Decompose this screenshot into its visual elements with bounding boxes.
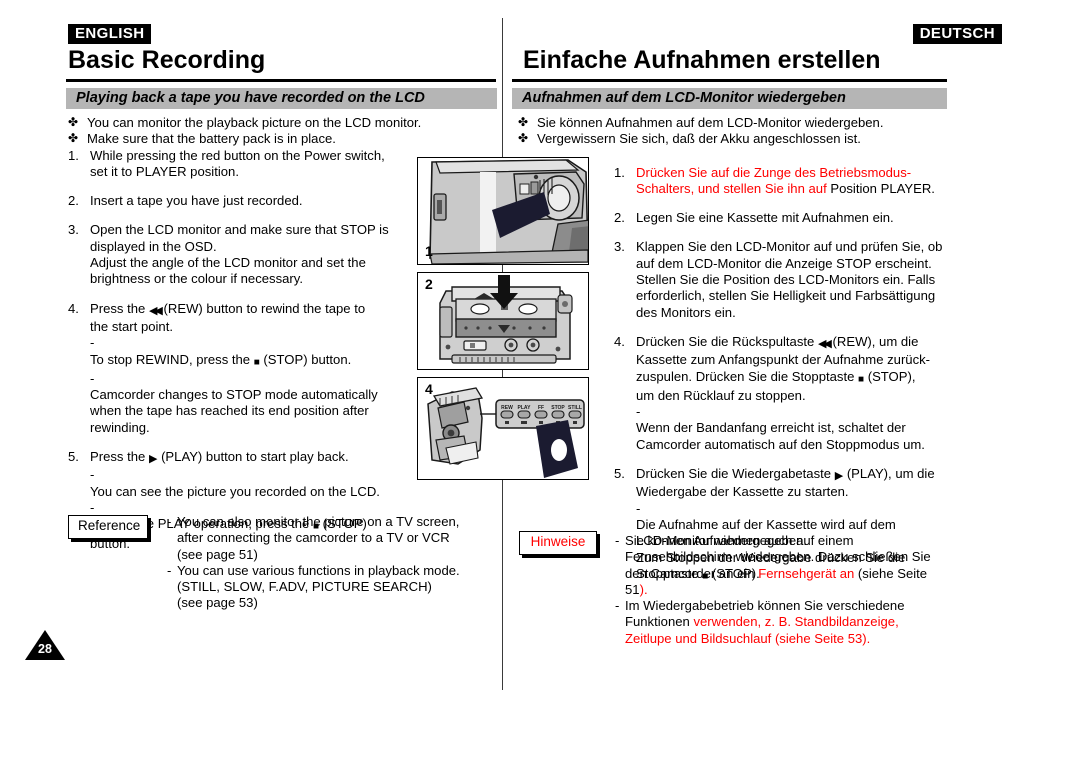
rewind-icon: ◀◀ xyxy=(148,304,163,317)
english-substep: - Camcorder changes to STOP mode automat… xyxy=(90,370,378,435)
rewind-icon: ◀◀ xyxy=(817,337,832,350)
step-number: 2. xyxy=(614,210,625,226)
step-number: 5. xyxy=(614,466,625,482)
step-number: 1. xyxy=(68,147,79,163)
language-badge-english: ENGLISH xyxy=(68,24,152,44)
reference-item: - You can also monitor the picture on a … xyxy=(167,514,460,562)
step-number: 4. xyxy=(614,333,625,349)
reference-item: - You can use various functions in playb… xyxy=(167,562,460,611)
figure-4-illustration: REW PLAY FF STOP STILL xyxy=(418,378,588,479)
figure-4-button-label: PLAY xyxy=(518,405,532,411)
reference-box: Reference xyxy=(68,515,148,539)
hinweise-body: - Sie können Aufnahmen auch auf einem Fe… xyxy=(615,533,950,647)
page-title-german: Einfache Aufnahmen erstellen xyxy=(523,46,881,74)
step-number: 2. xyxy=(68,193,79,209)
english-substep: - You can see the picture you recorded o… xyxy=(90,467,380,499)
figure-4-number: 4 xyxy=(425,381,433,397)
hinweise-item: - Im Wiedergabebetrieb können Sie versch… xyxy=(615,598,905,646)
title-rule-english xyxy=(66,79,496,82)
club-icon: ✤ xyxy=(68,115,79,129)
german-bullet: ✤ Sie können Aufnahmen auf dem LCD-Monit… xyxy=(518,115,884,130)
hinweise-item: - Sie können Aufnahmen auch auf einem Fe… xyxy=(615,533,931,597)
english-text-column: ✤ You can monitor the playback picture o… xyxy=(68,115,422,552)
reference-body: - You can also monitor the picture on a … xyxy=(167,514,497,612)
language-badge-deutsch: DEUTSCH xyxy=(912,24,1002,44)
english-step-1: 1. While pressing the red button on the … xyxy=(68,147,385,179)
figure-4-button-label: REW xyxy=(501,405,513,411)
english-bullet: ✤ Make sure that the battery pack is in … xyxy=(68,131,336,147)
english-substep: - To stop REWIND, press the ■ (STOP) but… xyxy=(90,335,413,371)
english-step-4: 4. Press the ◀◀ (REW) button to rewind t… xyxy=(68,301,413,436)
figure-1-number: 1 xyxy=(425,243,433,259)
figure-4-button-label: STOP xyxy=(551,405,565,411)
club-icon: ✤ xyxy=(518,115,529,129)
play-icon: ▶ xyxy=(834,470,844,483)
stop-icon: ■ xyxy=(253,356,260,368)
club-icon: ✤ xyxy=(518,131,529,146)
english-step-3: 3. Open the LCD monitor and make sure th… xyxy=(68,222,389,287)
title-rule-german xyxy=(512,79,947,82)
manual-page: ENGLISH DEUTSCH Basic Recording Einfache… xyxy=(0,0,1080,771)
figure-1-illustration xyxy=(418,158,588,264)
section-heading-german: Aufnahmen auf dem LCD-Monitor wiedergebe… xyxy=(512,88,947,109)
figure-1: 1 xyxy=(417,157,589,265)
play-icon: ▶ xyxy=(148,453,158,466)
step-number: 5. xyxy=(68,449,79,465)
step-number: 3. xyxy=(68,222,79,238)
german-bullet: ✤ Vergewissern Sie sich, daß der Akku an… xyxy=(518,131,861,147)
page-title-english: Basic Recording xyxy=(68,46,266,74)
hinweise-box: Hinweise xyxy=(519,531,597,555)
figure-4: REW PLAY FF STOP STILL 4 xyxy=(417,377,589,480)
german-substep: - Wenn der Bandanfang erreicht ist, scha… xyxy=(636,404,925,452)
step-number: 4. xyxy=(68,300,79,316)
page-number: 28 xyxy=(38,642,52,656)
figure-4-button-label: FF xyxy=(538,405,544,411)
english-bullet: ✤ You can monitor the playback picture o… xyxy=(68,115,422,130)
step-number: 1. xyxy=(614,164,625,180)
figure-4-button-label: STILL xyxy=(568,405,582,411)
page-number-badge: 28 xyxy=(25,630,65,660)
step-number: 3. xyxy=(614,239,625,255)
section-heading-english: Playing back a tape you have recorded on… xyxy=(66,88,497,109)
stop-icon: ■ xyxy=(858,373,865,385)
figure-2-number: 2 xyxy=(425,276,433,292)
english-step-2: 2. Insert a tape you have just recorded. xyxy=(68,193,303,209)
figure-2: 2 xyxy=(417,272,589,370)
club-icon: ✤ xyxy=(68,131,79,146)
figure-2-illustration xyxy=(418,273,588,369)
